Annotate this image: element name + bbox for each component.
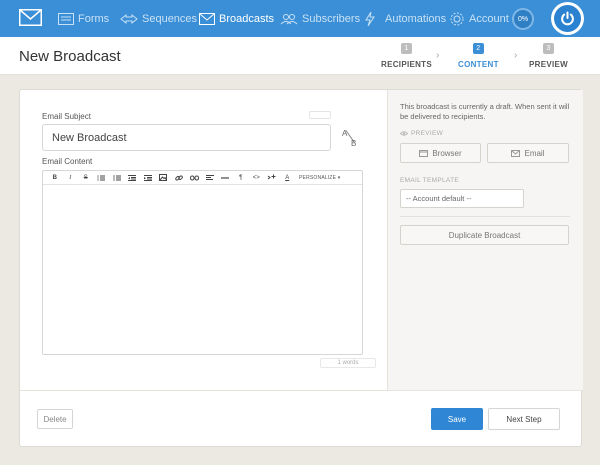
step-preview[interactable]: 3 PREVIEW xyxy=(529,43,568,69)
outdent-button[interactable] xyxy=(125,171,141,185)
preview-heading: PREVIEW xyxy=(400,130,443,137)
draft-note: This broadcast is currently a draft. Whe… xyxy=(400,102,570,121)
subject-tag xyxy=(309,111,331,119)
ab-label-b: B xyxy=(351,139,357,148)
horizontal-rule-button[interactable] xyxy=(218,171,234,185)
image-icon xyxy=(159,174,168,181)
nav-label-account: Account xyxy=(469,12,509,25)
indent-icon xyxy=(143,174,152,181)
chevron-right-icon: › xyxy=(436,50,440,61)
font-color-button[interactable]: A xyxy=(280,171,296,185)
card-footer: Delete Save Next Step xyxy=(20,390,583,448)
ordered-list-icon xyxy=(97,174,106,181)
editor-toolbar: B I S ¶ <> A PERSONALIZE ▾ xyxy=(43,171,362,185)
indent-button[interactable] xyxy=(140,171,156,185)
step-label: CONTENT xyxy=(458,60,499,69)
nav-label-automations: Automations xyxy=(385,12,447,25)
link-icon xyxy=(174,174,183,181)
unlink-icon xyxy=(189,175,199,180)
nav-item-automations[interactable]: Automations xyxy=(365,0,446,37)
bullet-list-icon xyxy=(113,174,121,181)
preview-browser-button[interactable]: Browser xyxy=(400,143,481,163)
outdent-icon xyxy=(128,174,137,181)
ordered-list-button[interactable] xyxy=(94,171,110,185)
lightning-icon xyxy=(365,11,375,26)
browser-button-label: Browser xyxy=(432,148,462,158)
step-label: RECIPIENTS xyxy=(381,60,433,69)
envelope-icon xyxy=(511,149,521,157)
template-label: EMAIL TEMPLATE xyxy=(400,177,459,184)
page-header: New Broadcast 1 RECIPIENTS › 2 CONTENT ›… xyxy=(0,37,600,75)
save-button[interactable]: Save xyxy=(431,408,483,430)
content-column: Email Subject New Broadcast A B Email Co… xyxy=(20,90,387,390)
personalize-dropdown[interactable]: PERSONALIZE ▾ xyxy=(299,175,341,181)
form-icon xyxy=(58,12,74,25)
nav-item-account[interactable]: Account xyxy=(449,0,509,37)
people-icon xyxy=(280,13,298,24)
divider xyxy=(400,216,570,217)
sequences-icon xyxy=(120,13,138,24)
align-left-icon xyxy=(205,174,214,180)
step-number: 2 xyxy=(472,43,484,54)
nav-label-sequences: Sequences xyxy=(142,12,198,25)
subject-input[interactable]: New Broadcast xyxy=(42,124,331,151)
add-block-button[interactable] xyxy=(264,171,280,185)
paragraph-button[interactable]: ¶ xyxy=(233,171,249,185)
envelope-icon xyxy=(199,12,215,25)
delete-button[interactable]: Delete xyxy=(37,409,73,429)
subject-label: Email Subject xyxy=(42,112,91,121)
nav-item-subscribers[interactable]: Subscribers xyxy=(280,0,360,37)
power-button[interactable] xyxy=(551,2,584,35)
horizontal-rule-icon xyxy=(221,176,230,179)
align-button[interactable] xyxy=(202,171,218,185)
preview-email-button[interactable]: Email xyxy=(487,143,569,163)
eye-icon xyxy=(400,131,408,136)
step-label: PREVIEW xyxy=(529,60,568,69)
nav-item-broadcasts[interactable]: Broadcasts xyxy=(199,0,274,37)
progress-indicator[interactable]: 0% xyxy=(512,8,534,30)
unlink-button[interactable] xyxy=(187,171,203,185)
nav-label-broadcasts: Broadcasts xyxy=(219,12,275,25)
bold-button[interactable]: B xyxy=(47,171,63,185)
template-select[interactable]: -- Account default -- xyxy=(400,189,524,208)
chevron-right-icon: › xyxy=(514,50,518,61)
page-title: New Broadcast xyxy=(19,48,121,65)
bullet-list-button[interactable] xyxy=(109,171,125,185)
image-button[interactable] xyxy=(156,171,172,185)
step-content[interactable]: 2 CONTENT xyxy=(458,43,499,69)
top-nav: Forms Sequences Broadcasts Subscribers A… xyxy=(0,0,600,37)
font-color-icon: A xyxy=(285,174,290,181)
nav-label-forms: Forms xyxy=(78,12,110,25)
power-icon xyxy=(561,11,574,26)
sidebar-column: This broadcast is currently a draft. Whe… xyxy=(387,90,583,390)
nav-label-subscribers: Subscribers xyxy=(302,12,361,25)
strikethrough-button[interactable]: S xyxy=(78,171,94,185)
gear-icon xyxy=(450,12,464,25)
nav-item-sequences[interactable]: Sequences xyxy=(120,0,197,37)
word-count: 1 words xyxy=(320,358,376,368)
italic-button[interactable]: I xyxy=(63,171,79,185)
duplicate-button[interactable]: Duplicate Broadcast xyxy=(400,225,569,245)
content-editor[interactable]: B I S ¶ <> A PERSONALIZE ▾ xyxy=(42,170,363,355)
nav-item-forms[interactable]: Forms xyxy=(58,0,109,37)
content-label: Email Content xyxy=(42,157,93,166)
email-button-label: Email xyxy=(524,148,545,158)
step-recipients[interactable]: 1 RECIPIENTS xyxy=(381,43,432,69)
preview-label: PREVIEW xyxy=(411,130,444,137)
step-number: 1 xyxy=(401,43,412,54)
step-number: 3 xyxy=(543,43,554,54)
code-button[interactable]: <> xyxy=(249,171,265,185)
plus-icon xyxy=(267,174,276,180)
link-button[interactable] xyxy=(171,171,187,185)
browser-icon xyxy=(419,149,429,157)
envelope-logo-icon[interactable] xyxy=(19,9,42,26)
ab-test-toggle[interactable]: A B xyxy=(341,129,359,149)
broadcast-card: Email Subject New Broadcast A B Email Co… xyxy=(19,89,583,448)
next-step-button[interactable]: Next Step xyxy=(488,408,560,430)
